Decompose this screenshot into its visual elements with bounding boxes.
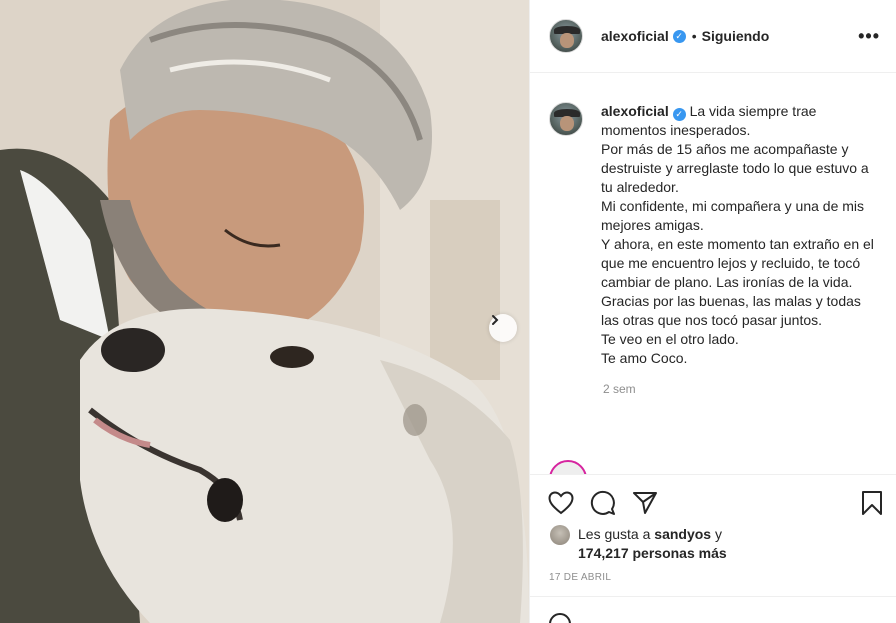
comments-section: alexoficial ✓ La vida siempre trae moment… [530, 74, 896, 474]
caption-line: Te veo en el otro lado. [601, 331, 739, 347]
caption-line: Mi confidente, mi compañera y una de mis… [601, 198, 865, 233]
avatar[interactable] [549, 19, 583, 53]
like-button[interactable] [548, 490, 574, 515]
liker-avatar[interactable] [550, 525, 570, 545]
paper-plane-icon [633, 491, 657, 514]
chevron-right-icon [492, 315, 499, 325]
save-button[interactable] [861, 490, 883, 516]
photo-man-kissing-dog [0, 0, 529, 623]
caption-text: alexoficial ✓ La vida siempre trae moment… [601, 102, 881, 368]
heart-icon [548, 490, 574, 514]
comment-button[interactable] [590, 490, 616, 516]
likes-summary: Les gusta a sandyos y 174,217 personas m… [550, 525, 727, 563]
likes-prefix: Les gusta a [578, 526, 651, 542]
likes-count[interactable]: 174,217 personas más [578, 545, 727, 561]
commenter-avatar[interactable] [549, 460, 587, 474]
caption-line: Por más de 15 años me acompañaste y dest… [601, 141, 869, 195]
comment-icon [590, 490, 615, 515]
verified-badge-icon: ✓ [672, 29, 686, 43]
caption-avatar[interactable] [549, 102, 583, 136]
more-options-button[interactable]: ••• [858, 26, 880, 47]
caption: alexoficial ✓ La vida siempre trae moment… [530, 74, 896, 368]
emoji-icon[interactable] [549, 613, 571, 623]
post-photo[interactable] [0, 0, 529, 623]
header-username[interactable]: alexoficial [601, 28, 669, 44]
bookmark-icon [862, 490, 882, 515]
separator-dot: • [691, 28, 697, 44]
caption-username[interactable]: alexoficial [601, 103, 669, 119]
likes-joiner: y [714, 526, 722, 542]
share-button[interactable] [632, 491, 658, 515]
verified-badge-icon: ✓ [672, 108, 686, 121]
post-header: alexoficial ✓ • Siguiendo ••• [530, 0, 896, 73]
liked-by-user[interactable]: sandyos [654, 526, 711, 542]
next-photo-button[interactable] [489, 314, 517, 342]
post-side-panel: alexoficial ✓ • Siguiendo ••• alexoficia… [529, 0, 896, 623]
comment-row-partial [549, 460, 825, 474]
caption-line: Y ahora, en este momento tan extraño en … [601, 236, 874, 290]
follow-status-button[interactable]: Siguiendo [702, 28, 770, 44]
caption-age: 2 sem [603, 382, 636, 396]
action-bar [530, 474, 896, 530]
caption-line: Gracias por las buenas, las malas y toda… [601, 293, 861, 328]
add-comment-bar [530, 596, 896, 623]
instagram-post-modal: alexoficial ✓ • Siguiendo ••• alexoficia… [0, 0, 896, 623]
post-date[interactable]: 17 DE ABRIL [549, 572, 611, 583]
caption-line: Te amo Coco. [601, 350, 688, 366]
